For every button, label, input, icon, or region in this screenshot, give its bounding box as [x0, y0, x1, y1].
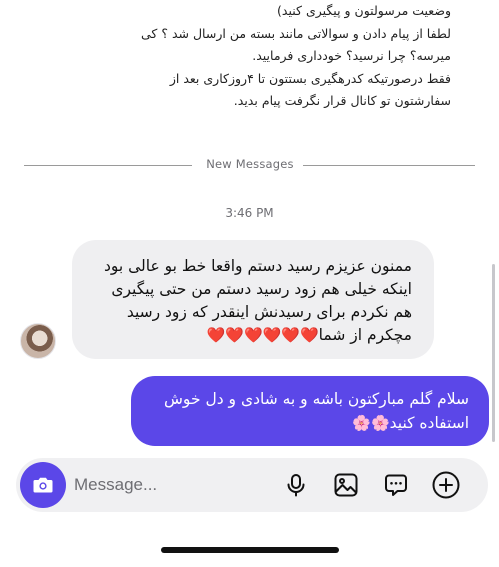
- microphone-button[interactable]: [280, 469, 312, 501]
- camera-button[interactable]: [20, 462, 66, 508]
- previous-message-line: سفارشتون تو کانال قرار نگرفت پیام بدید.: [233, 93, 451, 108]
- previous-message-line: میرسه؟ چرا نرسید؟ خودداری فرمایید.: [252, 48, 451, 63]
- divider-rule-left: [24, 165, 192, 166]
- hearts-emoji: ❤️❤️❤️❤️❤️❤️: [206, 326, 319, 344]
- previous-message-line: وضعیت مرسولتون و پیگیری کنید): [277, 3, 451, 18]
- incoming-message-line: اینکه خیلی هم زود رسید دستم من حتی پیگیر…: [111, 280, 412, 298]
- gallery-button[interactable]: [330, 469, 362, 501]
- incoming-message-line: هم نکردم برای رسیدنش اینقدر که زود رسید: [126, 303, 412, 321]
- previous-message-text: وضعیت مرسولتون و پیگیری کنید) لطفا از پی…: [141, 0, 451, 113]
- plus-icon: [432, 471, 460, 499]
- outgoing-message-text: استفاده کنید: [389, 414, 469, 432]
- camera-icon: [33, 477, 53, 493]
- incoming-message-text: مچکرم از شما: [318, 326, 412, 344]
- home-indicator[interactable]: [161, 547, 339, 553]
- divider-rule-right: [303, 165, 475, 166]
- message-composer: [16, 458, 488, 512]
- new-messages-label: New Messages: [206, 157, 294, 171]
- incoming-message-bubble[interactable]: ممنون عزیزم رسید دستم واقعا خط بو عالی ب…: [72, 240, 434, 359]
- incoming-message-line: ممنون عزیزم رسید دستم واقعا خط بو عالی ب…: [103, 257, 412, 275]
- message-timestamp: 3:46 PM: [225, 206, 274, 220]
- message-input[interactable]: [74, 472, 264, 498]
- sender-avatar[interactable]: [20, 323, 56, 359]
- outgoing-message-line: سلام گلم مبارکتون باشه و به شادی و دل خو…: [164, 390, 469, 408]
- gallery-icon: [334, 473, 358, 497]
- add-button[interactable]: [430, 469, 462, 501]
- microphone-icon: [287, 474, 305, 497]
- scrollbar[interactable]: [492, 264, 495, 442]
- blossom-emoji: 🌸🌸: [352, 414, 390, 432]
- sticker-icon: [385, 474, 407, 496]
- sticker-button[interactable]: [380, 469, 412, 501]
- incoming-message-last-line: مچکرم از شما❤️❤️❤️❤️❤️❤️: [90, 324, 412, 347]
- new-messages-divider: New Messages: [24, 156, 475, 174]
- previous-message-line: فقط درصورتیکه کدرهگیری بستتون تا ۴روزکار…: [169, 70, 451, 86]
- outgoing-message-last-line: استفاده کنید🌸🌸: [147, 411, 469, 435]
- outgoing-message-bubble[interactable]: سلام گلم مبارکتون باشه و به شادی و دل خو…: [131, 376, 489, 446]
- previous-message-line: لطفا از پیام دادن و سوالاتی مانند بسته م…: [141, 25, 451, 41]
